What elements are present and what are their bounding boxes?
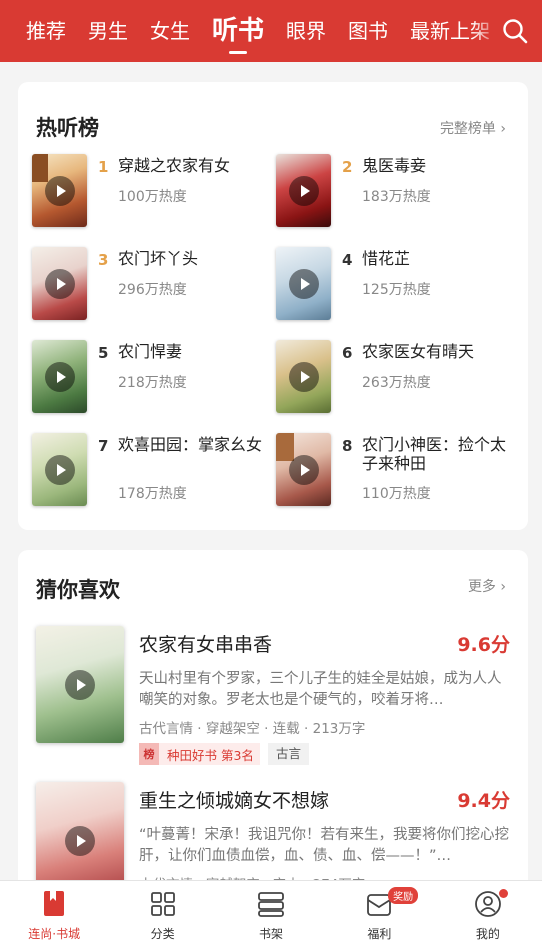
heat-count: 296万热度 — [118, 282, 187, 298]
book-title: 农门坏丫头 — [118, 249, 199, 268]
guess-title: 猜你喜欢 — [36, 578, 120, 602]
bottom-tab-bar: 连尚·书城 分类 书架 奖励 福利 我的 — [0, 880, 542, 944]
heat-count: 218万热度 — [118, 375, 187, 391]
notification-dot — [498, 889, 508, 898]
full-chart-link[interactable]: 完整榜单 › — [440, 118, 506, 138]
heat-count: 183万热度 — [362, 189, 431, 205]
book-description: “叶蔓菁！宋承！我诅咒你！若有来生，我要将你们挖心挖肝，让你们血债血偿，血、债、… — [139, 827, 509, 864]
rank-number: 8 — [342, 437, 353, 455]
book-meta: 古代言情 · 穿越架空 · 连载 · 213万字 — [139, 721, 366, 737]
rank-item[interactable]: 8 农门小神医：捡个太子来种田 110万热度 — [276, 433, 521, 509]
book-title: 农门小神医：捡个太子来种田 — [362, 435, 507, 473]
reward-badge: 奖励 — [388, 887, 419, 904]
tab-recommend[interactable]: 推荐 — [0, 0, 77, 62]
tab-bookstore[interactable]: 连尚·书城 — [0, 881, 108, 944]
rank-number: 2 — [342, 158, 353, 176]
nav-fade — [472, 0, 502, 62]
recommend-item[interactable]: 农家有女串串香 9.6分 天山村里有个罗家，三个儿子生的娃全是姑娘，成为人人嘲笑… — [36, 626, 510, 776]
play-icon — [44, 268, 75, 299]
tab-audiobook[interactable]: 听书 — [201, 0, 275, 62]
hot-chart-title: 热听榜 — [36, 116, 99, 140]
tab-label: 连尚·书城 — [28, 927, 81, 941]
book-icon — [44, 891, 65, 916]
top-nav: 推荐 男生 女生 听书 眼界 图书 最新上架 — [0, 0, 542, 62]
book-title: 惜花芷 — [362, 249, 411, 268]
tab-profile[interactable]: 我的 — [434, 881, 542, 944]
recommend-item[interactable]: 重生之倾城嫡女不想嫁 9.4分 “叶蔓菁！宋承！我诅咒你！若有来生，我要将你们挖… — [36, 782, 510, 890]
book-cover — [276, 340, 331, 413]
book-tags: 榜 种田好书 第3名 古言 — [139, 743, 309, 765]
book-cover — [276, 154, 331, 227]
play-icon — [288, 175, 319, 206]
book-cover — [276, 433, 331, 506]
search-button[interactable] — [502, 18, 528, 44]
book-score: 9.6分 — [457, 634, 510, 656]
play-icon — [65, 669, 95, 700]
book-title: 穿越之农家有女 — [118, 156, 231, 175]
book-cover — [276, 247, 331, 320]
heat-count: 263万热度 — [362, 375, 431, 391]
tab-male[interactable]: 男生 — [77, 0, 139, 62]
tab-label: 我的 — [475, 927, 500, 941]
book-title: 欢喜田园：掌家幺女 — [118, 435, 263, 454]
hot-chart-card: 热听榜 完整榜单 › 1 穿越之农家有女 100万热度 2 鬼医毒妾 183万热… — [18, 82, 528, 530]
tab-welfare[interactable]: 奖励 福利 — [325, 881, 433, 944]
more-link[interactable]: 更多 › — [468, 576, 506, 596]
book-score: 9.4分 — [457, 790, 510, 812]
book-cover — [32, 154, 87, 227]
heat-count: 100万热度 — [118, 189, 187, 205]
rank-item[interactable]: 4 惜花芷 125万热度 — [276, 247, 521, 323]
rank-item[interactable]: 5 农门悍妻 218万热度 — [32, 340, 277, 416]
play-icon — [288, 454, 319, 485]
rank-item[interactable]: 6 农家医女有晴天 263万热度 — [276, 340, 521, 416]
tab-horizon[interactable]: 眼界 — [275, 0, 337, 62]
tab-female[interactable]: 女生 — [139, 0, 201, 62]
book-title: 鬼医毒妾 — [362, 156, 427, 175]
book-cover — [32, 247, 87, 320]
tab-bookshelf[interactable]: 书架 — [217, 881, 325, 944]
book-title: 农家医女有晴天 — [362, 342, 475, 361]
tab-label: 书架 — [259, 927, 284, 941]
rank-number: 7 — [98, 437, 109, 455]
rank-number: 3 — [98, 251, 109, 269]
rank-item[interactable]: 2 鬼医毒妾 183万热度 — [276, 154, 521, 230]
heat-count: 125万热度 — [362, 282, 431, 298]
search-icon — [503, 19, 528, 44]
tab-label: 福利 — [367, 927, 392, 941]
rank-number: 1 — [98, 158, 109, 176]
rank-item[interactable]: 1 穿越之农家有女 100万热度 — [32, 154, 277, 230]
tab-books[interactable]: 图书 — [337, 0, 399, 62]
heat-count: 110万热度 — [362, 486, 431, 502]
play-icon — [44, 454, 75, 485]
book-cover — [36, 626, 124, 743]
book-cover — [32, 340, 87, 413]
user-icon — [474, 891, 501, 917]
book-title: 重生之倾城嫡女不想嫁 — [139, 790, 330, 812]
play-icon — [44, 175, 75, 206]
play-icon — [44, 361, 75, 392]
rank-tag-label: 种田好书 第3名 — [167, 747, 254, 763]
grid-icon — [150, 892, 175, 916]
play-icon — [65, 825, 95, 856]
play-icon — [288, 361, 319, 392]
heat-count: 178万热度 — [118, 486, 187, 502]
rank-item[interactable]: 7 欢喜田园：掌家幺女 178万热度 — [32, 433, 277, 509]
rank-number: 4 — [342, 251, 353, 269]
book-description: 天山村里有个罗家，三个儿子生的娃全是姑娘，成为人人嘲笑的对象。罗老太也是个硬气的… — [139, 671, 502, 708]
tab-label: 分类 — [150, 927, 175, 941]
rank-tag[interactable]: 榜 种田好书 第3名 — [139, 743, 260, 765]
guess-you-like-card: 猜你喜欢 更多 › 农家有女串串香 9.6分 天山村里有个罗家，三个儿子生的娃全… — [18, 550, 528, 890]
tab-category[interactable]: 分类 — [108, 881, 216, 944]
bookshelf-icon — [258, 892, 284, 917]
book-title: 农家有女串串香 — [139, 634, 273, 656]
rank-badge: 榜 — [139, 743, 159, 765]
rank-item[interactable]: 3 农门坏丫头 296万热度 — [32, 247, 277, 323]
rank-number: 5 — [98, 344, 109, 362]
genre-tag[interactable]: 古言 — [267, 743, 309, 765]
book-title: 农门悍妻 — [118, 342, 183, 361]
book-cover — [36, 782, 124, 890]
book-cover — [32, 433, 87, 506]
play-icon — [288, 268, 319, 299]
rank-number: 6 — [342, 344, 353, 362]
